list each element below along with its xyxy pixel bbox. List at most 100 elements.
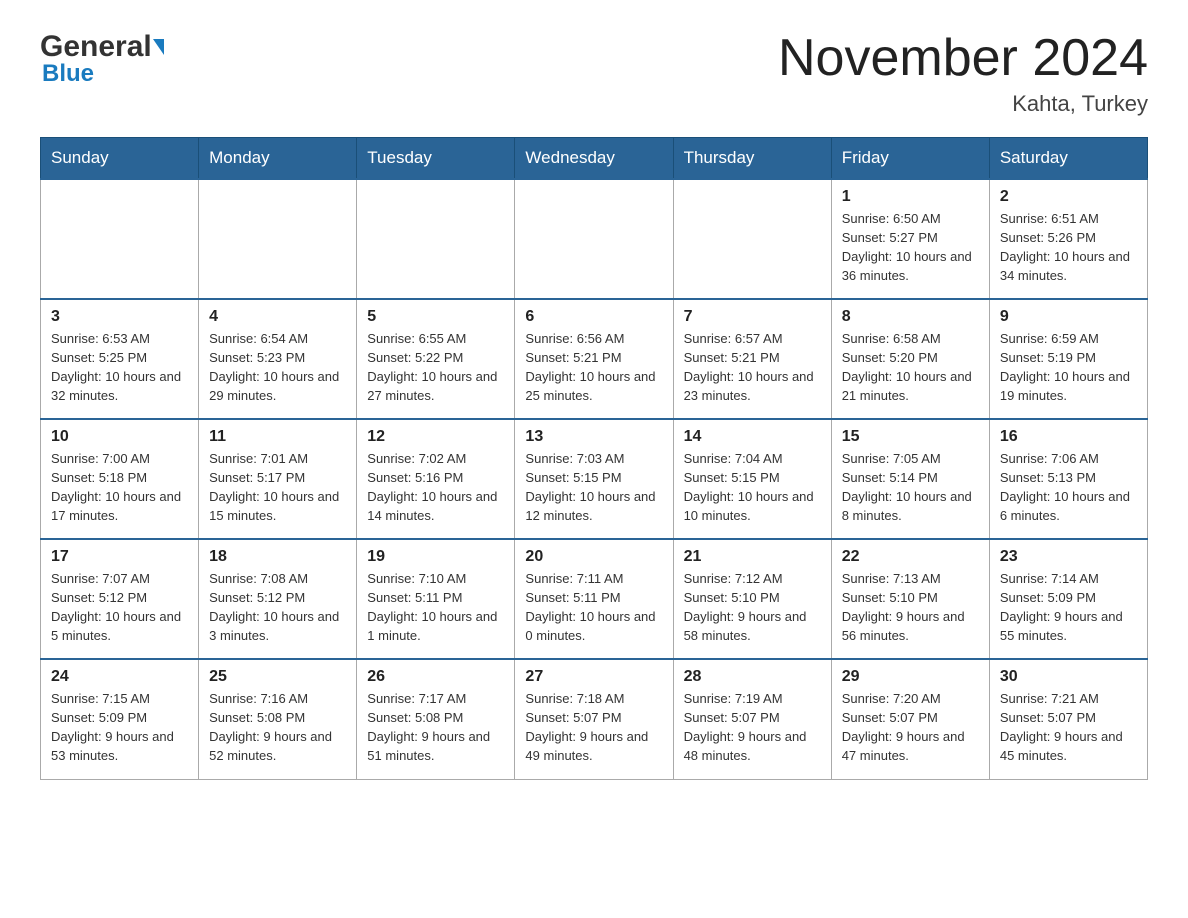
calendar-cell: 14 Sunrise: 7:04 AMSunset: 5:15 PMDayligh… bbox=[673, 419, 831, 539]
calendar-cell: 11 Sunrise: 7:01 AMSunset: 5:17 PMDayligh… bbox=[199, 419, 357, 539]
weekday-header-row: SundayMondayTuesdayWednesdayThursdayFrid… bbox=[41, 138, 1148, 180]
weekday-header-tuesday: Tuesday bbox=[357, 138, 515, 180]
logo: General Blue bbox=[40, 30, 164, 88]
title-area: November 2024 Kahta, Turkey bbox=[778, 30, 1148, 117]
day-number: 21 bbox=[684, 548, 821, 566]
day-number: 1 bbox=[842, 188, 979, 206]
calendar-cell: 16 Sunrise: 7:06 AMSunset: 5:13 PMDayligh… bbox=[989, 419, 1147, 539]
weekday-header-friday: Friday bbox=[831, 138, 989, 180]
cell-sun-info: Sunrise: 7:15 AMSunset: 5:09 PMDaylight:… bbox=[51, 690, 188, 765]
calendar-cell: 8Sunrise: 6:58 AMSunset: 5:20 PMDaylight… bbox=[831, 299, 989, 419]
day-number: 7 bbox=[684, 308, 821, 326]
cell-sun-info: Sunrise: 7:12 AMSunset: 5:10 PMDaylight:… bbox=[684, 570, 821, 645]
cell-sun-info: Sunrise: 6:59 AMSunset: 5:19 PMDaylight:… bbox=[1000, 330, 1137, 405]
cell-sun-info: Sunrise: 7:14 AMSunset: 5:09 PMDaylight:… bbox=[1000, 570, 1137, 645]
calendar-cell bbox=[515, 179, 673, 299]
cell-sun-info: Sunrise: 6:50 AMSunset: 5:27 PMDaylight:… bbox=[842, 210, 979, 285]
calendar-cell: 4 Sunrise: 6:54 AMSunset: 5:23 PMDaylight… bbox=[199, 299, 357, 419]
week-row-4: 17 Sunrise: 7:07 AMSunset: 5:12 PMDayligh… bbox=[41, 539, 1148, 659]
week-row-2: 3 Sunrise: 6:53 AMSunset: 5:25 PMDaylight… bbox=[41, 299, 1148, 419]
calendar-cell: 20 Sunrise: 7:11 AMSunset: 5:11 PMDayligh… bbox=[515, 539, 673, 659]
cell-sun-info: Sunrise: 6:53 AMSunset: 5:25 PMDaylight:… bbox=[51, 330, 188, 405]
cell-sun-info: Sunrise: 6:58 AMSunset: 5:20 PMDaylight:… bbox=[842, 330, 979, 405]
cell-sun-info: Sunrise: 7:01 AMSunset: 5:17 PMDaylight:… bbox=[209, 450, 346, 525]
calendar-cell: 29Sunrise: 7:20 AMSunset: 5:07 PMDayligh… bbox=[831, 659, 989, 779]
day-number: 9 bbox=[1000, 308, 1137, 326]
cell-sun-info: Sunrise: 7:07 AMSunset: 5:12 PMDaylight:… bbox=[51, 570, 188, 645]
day-number: 18 bbox=[209, 548, 346, 566]
day-number: 20 bbox=[525, 548, 662, 566]
day-number: 2 bbox=[1000, 188, 1137, 206]
day-number: 6 bbox=[525, 308, 662, 326]
cell-sun-info: Sunrise: 7:11 AMSunset: 5:11 PMDaylight:… bbox=[525, 570, 662, 645]
day-number: 16 bbox=[1000, 428, 1137, 446]
cell-sun-info: Sunrise: 7:20 AMSunset: 5:07 PMDaylight:… bbox=[842, 690, 979, 765]
calendar-table: SundayMondayTuesdayWednesdayThursdayFrid… bbox=[40, 137, 1148, 780]
calendar-cell: 13 Sunrise: 7:03 AMSunset: 5:15 PMDayligh… bbox=[515, 419, 673, 539]
logo-triangle-icon bbox=[153, 39, 164, 55]
day-number: 19 bbox=[367, 548, 504, 566]
day-number: 26 bbox=[367, 668, 504, 686]
calendar-cell bbox=[199, 179, 357, 299]
cell-sun-info: Sunrise: 6:55 AMSunset: 5:22 PMDaylight:… bbox=[367, 330, 504, 405]
day-number: 30 bbox=[1000, 668, 1137, 686]
weekday-header-wednesday: Wednesday bbox=[515, 138, 673, 180]
calendar-cell: 10Sunrise: 7:00 AMSunset: 5:18 PMDayligh… bbox=[41, 419, 199, 539]
day-number: 3 bbox=[51, 308, 188, 326]
cell-sun-info: Sunrise: 7:00 AMSunset: 5:18 PMDaylight:… bbox=[51, 450, 188, 525]
calendar-cell: 17 Sunrise: 7:07 AMSunset: 5:12 PMDayligh… bbox=[41, 539, 199, 659]
logo-blue-text: Blue bbox=[42, 60, 94, 88]
calendar-cell bbox=[41, 179, 199, 299]
day-number: 12 bbox=[367, 428, 504, 446]
cell-sun-info: Sunrise: 6:57 AMSunset: 5:21 PMDaylight:… bbox=[684, 330, 821, 405]
logo-general-text: General bbox=[40, 30, 152, 64]
day-number: 11 bbox=[209, 428, 346, 446]
cell-sun-info: Sunrise: 7:21 AMSunset: 5:07 PMDaylight:… bbox=[1000, 690, 1137, 765]
day-number: 27 bbox=[525, 668, 662, 686]
day-number: 15 bbox=[842, 428, 979, 446]
calendar-cell: 25 Sunrise: 7:16 AMSunset: 5:08 PMDayligh… bbox=[199, 659, 357, 779]
day-number: 13 bbox=[525, 428, 662, 446]
cell-sun-info: Sunrise: 7:19 AMSunset: 5:07 PMDaylight:… bbox=[684, 690, 821, 765]
page-title: November 2024 bbox=[778, 30, 1148, 87]
day-number: 17 bbox=[51, 548, 188, 566]
day-number: 14 bbox=[684, 428, 821, 446]
day-number: 5 bbox=[367, 308, 504, 326]
weekday-header-sunday: Sunday bbox=[41, 138, 199, 180]
cell-sun-info: Sunrise: 6:54 AMSunset: 5:23 PMDaylight:… bbox=[209, 330, 346, 405]
weekday-header-thursday: Thursday bbox=[673, 138, 831, 180]
cell-sun-info: Sunrise: 7:17 AMSunset: 5:08 PMDaylight:… bbox=[367, 690, 504, 765]
calendar-cell: 30 Sunrise: 7:21 AMSunset: 5:07 PMDayligh… bbox=[989, 659, 1147, 779]
calendar-cell: 26 Sunrise: 7:17 AMSunset: 5:08 PMDayligh… bbox=[357, 659, 515, 779]
page-subtitle: Kahta, Turkey bbox=[778, 91, 1148, 117]
calendar-cell: 12 Sunrise: 7:02 AMSunset: 5:16 PMDayligh… bbox=[357, 419, 515, 539]
cell-sun-info: Sunrise: 7:13 AMSunset: 5:10 PMDaylight:… bbox=[842, 570, 979, 645]
cell-sun-info: Sunrise: 7:02 AMSunset: 5:16 PMDaylight:… bbox=[367, 450, 504, 525]
day-number: 25 bbox=[209, 668, 346, 686]
calendar-cell: 21 Sunrise: 7:12 AMSunset: 5:10 PMDayligh… bbox=[673, 539, 831, 659]
calendar-cell: 23 Sunrise: 7:14 AMSunset: 5:09 PMDayligh… bbox=[989, 539, 1147, 659]
week-row-5: 24Sunrise: 7:15 AMSunset: 5:09 PMDayligh… bbox=[41, 659, 1148, 779]
calendar-cell: 2 Sunrise: 6:51 AMSunset: 5:26 PMDaylight… bbox=[989, 179, 1147, 299]
cell-sun-info: Sunrise: 7:08 AMSunset: 5:12 PMDaylight:… bbox=[209, 570, 346, 645]
calendar-cell: 1 Sunrise: 6:50 AMSunset: 5:27 PMDaylight… bbox=[831, 179, 989, 299]
calendar-cell: 6 Sunrise: 6:56 AMSunset: 5:21 PMDaylight… bbox=[515, 299, 673, 419]
cell-sun-info: Sunrise: 7:10 AMSunset: 5:11 PMDaylight:… bbox=[367, 570, 504, 645]
day-number: 4 bbox=[209, 308, 346, 326]
calendar-cell: 28Sunrise: 7:19 AMSunset: 5:07 PMDayligh… bbox=[673, 659, 831, 779]
calendar-cell: 7 Sunrise: 6:57 AMSunset: 5:21 PMDaylight… bbox=[673, 299, 831, 419]
day-number: 23 bbox=[1000, 548, 1137, 566]
cell-sun-info: Sunrise: 6:51 AMSunset: 5:26 PMDaylight:… bbox=[1000, 210, 1137, 285]
calendar-cell: 5 Sunrise: 6:55 AMSunset: 5:22 PMDaylight… bbox=[357, 299, 515, 419]
cell-sun-info: Sunrise: 7:05 AMSunset: 5:14 PMDaylight:… bbox=[842, 450, 979, 525]
cell-sun-info: Sunrise: 7:03 AMSunset: 5:15 PMDaylight:… bbox=[525, 450, 662, 525]
cell-sun-info: Sunrise: 7:06 AMSunset: 5:13 PMDaylight:… bbox=[1000, 450, 1137, 525]
calendar-cell: 18 Sunrise: 7:08 AMSunset: 5:12 PMDayligh… bbox=[199, 539, 357, 659]
cell-sun-info: Sunrise: 6:56 AMSunset: 5:21 PMDaylight:… bbox=[525, 330, 662, 405]
cell-sun-info: Sunrise: 7:16 AMSunset: 5:08 PMDaylight:… bbox=[209, 690, 346, 765]
header: General Blue November 2024 Kahta, Turkey bbox=[40, 30, 1148, 117]
week-row-1: 1 Sunrise: 6:50 AMSunset: 5:27 PMDaylight… bbox=[41, 179, 1148, 299]
week-row-3: 10Sunrise: 7:00 AMSunset: 5:18 PMDayligh… bbox=[41, 419, 1148, 539]
cell-sun-info: Sunrise: 7:04 AMSunset: 5:15 PMDaylight:… bbox=[684, 450, 821, 525]
calendar-cell: 15 Sunrise: 7:05 AMSunset: 5:14 PMDayligh… bbox=[831, 419, 989, 539]
